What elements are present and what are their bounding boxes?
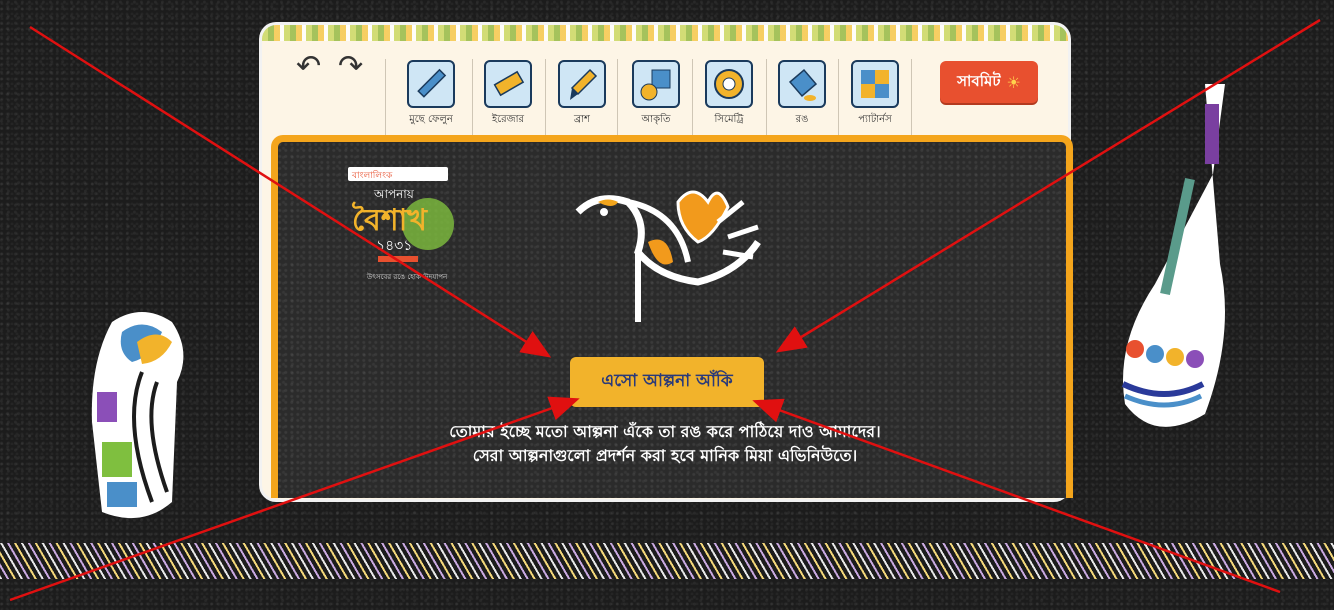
tool-brush[interactable]: ব্রাশ: [546, 60, 618, 129]
tool-label: মুছে ফেলুন: [409, 114, 453, 125]
event-line1: আপনায়: [373, 187, 415, 201]
symmetry-icon: [705, 60, 753, 108]
tool-label: রঙ: [795, 114, 809, 125]
redo-button[interactable]: ↷: [338, 52, 363, 82]
tool-label: আকৃতি: [641, 114, 671, 125]
paint-bucket-icon: [778, 60, 826, 108]
tool-label: ইরেজার: [491, 114, 525, 125]
start-drawing-button[interactable]: এসো আল্পনা আঁকি: [570, 357, 764, 407]
tool-label: সিমেট্রি: [714, 114, 744, 125]
description-line-2: সেরা আল্পনাগুলো প্রদর্শন করা হবে মানিক ম…: [472, 446, 858, 465]
left-decor-motif: [91, 312, 184, 519]
canvas-description: তোমার ইচ্ছে মতো আল্পনা এঁকে তা রঙ করে পা…: [300, 420, 1030, 468]
start-drawing-label: এসো আল্পনা আঁকি: [601, 371, 733, 391]
right-decor-instrument: [1121, 84, 1225, 427]
eraser-icon: [484, 60, 532, 108]
ruler-icon: [407, 60, 455, 108]
shapes-icon: [632, 60, 680, 108]
tool-label: ব্রাশ: [574, 114, 590, 125]
event-title: বৈশাখ: [351, 201, 428, 238]
tool-symmetry[interactable]: সিমেট্রি: [693, 60, 765, 129]
tool-color[interactable]: রঙ: [766, 60, 838, 129]
top-decor-border: [262, 25, 1068, 41]
event-logo: বাংলালিংক আপনায় বৈশাখ ১৪৩১: [348, 167, 454, 262]
tool-ruler[interactable]: মুছে ফেলুন: [395, 60, 467, 129]
submit-label: সাবমিট: [957, 71, 1001, 90]
event-tagline: উৎসবের রঙে হোক উদযাপন: [366, 273, 448, 281]
bird-illustration: [575, 190, 761, 322]
toolbar-divider: [385, 59, 386, 143]
toolbar-divider: [617, 59, 618, 143]
undo-button[interactable]: ↶: [296, 52, 321, 82]
tool-label: প্যাটার্নস: [858, 114, 892, 125]
event-sponsor: বাংলালিংক: [351, 170, 393, 181]
brush-icon: [558, 60, 606, 108]
toolbar-divider: [911, 59, 912, 143]
submit-button[interactable]: সাবমিট ☀: [940, 61, 1038, 103]
tool-eraser[interactable]: ইরেজার: [472, 60, 544, 129]
bottom-decor-band: [0, 543, 1334, 579]
event-year: ১৪৩১: [376, 238, 412, 254]
tool-patterns[interactable]: প্যাটার্নস: [839, 60, 911, 129]
sun-icon: ☀: [1006, 72, 1021, 92]
tool-shapes[interactable]: আকৃতি: [620, 60, 692, 129]
puzzle-icon: [851, 60, 899, 108]
description-line-1: তোমার ইচ্ছে মতো আল্পনা এঁকে তা রঙ করে পা…: [449, 422, 881, 441]
